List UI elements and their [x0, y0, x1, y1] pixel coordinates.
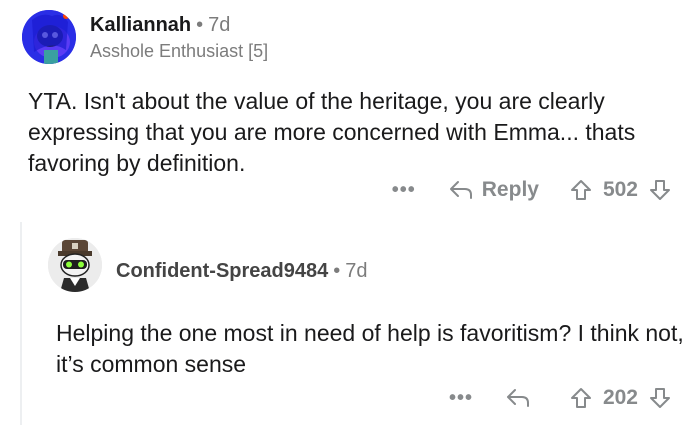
- reply-arrow-icon: [449, 181, 472, 199]
- reply-arrow-icon: [506, 389, 529, 407]
- comment-body: YTA. Isn't about the value of the herita…: [28, 88, 636, 176]
- comment-meta: Confident-Spread9484 • 7d: [116, 260, 368, 283]
- comment-actions: ••• 202: [449, 386, 672, 410]
- upvote-icon[interactable]: [569, 178, 593, 202]
- snoo-avatar-icon: [48, 238, 102, 292]
- comment-actions: ••• Reply 502: [392, 178, 672, 202]
- upvote-icon[interactable]: [569, 386, 593, 410]
- comment-age: 7d: [345, 260, 368, 282]
- comment-meta: Kalliannah • 7d: [90, 14, 230, 37]
- comment-age: 7d: [208, 14, 231, 36]
- author-name[interactable]: Confident-Spread9484: [116, 260, 328, 282]
- comment-kalliannah: Kalliannah • 7d Asshole Enthusiast [5] YTA…: [0, 0, 700, 220]
- downvote-icon[interactable]: [648, 178, 672, 202]
- reply-button[interactable]: [505, 387, 539, 409]
- avatar[interactable]: [48, 238, 102, 292]
- vote-controls: 502: [569, 178, 672, 202]
- avatar[interactable]: [22, 10, 76, 64]
- more-icon[interactable]: •••: [449, 387, 473, 410]
- user-flair: Asshole Enthusiast [5]: [90, 41, 269, 61]
- comment-confident-spread: Confident-Spread9484 • 7d Helping the one …: [0, 220, 700, 425]
- reply-button[interactable]: Reply: [448, 178, 539, 202]
- more-icon[interactable]: •••: [392, 179, 416, 202]
- vote-controls: 202: [569, 386, 672, 410]
- snoo-avatar-icon: [22, 10, 76, 64]
- vote-score: 502: [602, 178, 638, 201]
- meta-separator: •: [196, 14, 204, 36]
- author-name[interactable]: Kalliannah: [90, 14, 191, 36]
- vote-score: 202: [602, 386, 638, 409]
- meta-separator: •: [333, 260, 341, 282]
- comment-body: Helping the one most in need of help is …: [56, 320, 684, 377]
- reply-label: Reply: [481, 178, 539, 201]
- downvote-icon[interactable]: [648, 386, 672, 410]
